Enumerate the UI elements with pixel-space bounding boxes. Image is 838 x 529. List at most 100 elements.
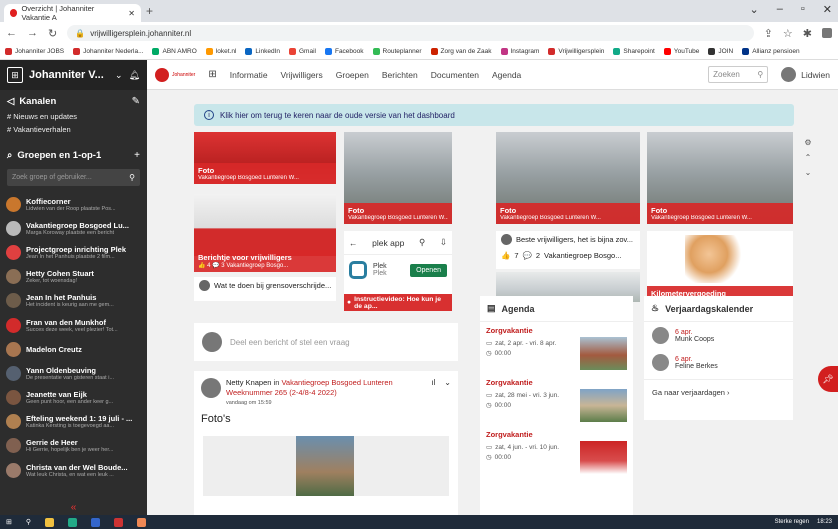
- agenda-item-title[interactable]: Zorgvakantie: [480, 374, 633, 387]
- nav-documenten[interactable]: Documenten: [431, 70, 479, 80]
- pin-button[interactable]: 📌︎: [818, 366, 838, 392]
- chevron-up-icon[interactable]: ⌃: [805, 153, 812, 162]
- forward-icon[interactable]: →: [27, 27, 38, 39]
- edit-icon[interactable]: ✎: [132, 96, 140, 107]
- sidebar-group-item[interactable]: Madelon Creutz: [0, 337, 147, 361]
- birthday-item[interactable]: 6 apr. Feline Berkes: [644, 349, 793, 376]
- search-input[interactable]: Zoeken ⚲: [708, 66, 769, 83]
- profile-icon[interactable]: [822, 28, 832, 38]
- excel-icon[interactable]: [68, 517, 78, 527]
- agenda-item[interactable]: Zorgvakantie ▭ zat, 2 apr. - vri. 8 apr. ◷ 0…: [480, 322, 633, 374]
- tile-foto-1[interactable]: Foto Vakantiegroep Bosgoed Lunteren W...: [194, 132, 336, 184]
- bookmark-item[interactable]: Johanniter JOBS: [5, 48, 64, 55]
- bookmark-item[interactable]: Gmail: [288, 48, 316, 55]
- sidebar-group-item[interactable]: Gerrie de Heer Hi Gerrie, hopelijk ben je…: [0, 434, 147, 458]
- bookmark-item[interactable]: Vrijwilligersplein: [548, 48, 604, 55]
- johanniter-logo[interactable]: Johanniter: [155, 67, 195, 82]
- browser-tab[interactable]: Overzicht | Johanniter Vakantie A ✕: [4, 4, 141, 22]
- birthdays-link[interactable]: Ga naar verjaardagen ›: [644, 379, 793, 405]
- bookmark-item[interactable]: ABN AMRO: [152, 48, 197, 55]
- bookmark-item[interactable]: Zorg van de Zaak: [430, 48, 492, 55]
- chevron-down-icon[interactable]: ⌄: [115, 70, 123, 81]
- windows-start-icon[interactable]: ⊞: [6, 518, 12, 526]
- bookmark-item[interactable]: LinkedIn: [245, 48, 280, 55]
- tile-kilometervergoeding[interactable]: Kilometervergoeding: [647, 231, 793, 301]
- search-icon[interactable]: ⚲: [26, 518, 31, 526]
- bookmark-item[interactable]: Johanniter Nederla...: [73, 48, 143, 55]
- sidebar-group-item[interactable]: Projectgroep inrichting Plek Jean In het …: [0, 240, 147, 264]
- agenda-item[interactable]: Zorgvakantie ▭ zat, 28 mei - vri. 3 jun. ◷ 0…: [480, 374, 633, 426]
- post-composer[interactable]: Deel een bericht of stel een vraag: [194, 323, 458, 361]
- old-dashboard-banner[interactable]: i Klik hier om terug te keren naar de ou…: [194, 104, 794, 126]
- nav-berichten[interactable]: Berichten: [382, 70, 418, 80]
- bookmark-item[interactable]: loket.nl: [205, 48, 236, 55]
- word-icon[interactable]: [91, 517, 101, 527]
- agenda-item[interactable]: Zorgvakantie ▭ zat, 4 jun. - vri. 10 jun. ◷…: [480, 426, 633, 478]
- sidebar-group-item[interactable]: Jean In het Panhuis Het incident is keuri…: [0, 289, 147, 313]
- tile-berichtje[interactable]: Berichtje voor vrijwilligers 👍 4 💬 3 Vak…: [194, 194, 336, 272]
- clock[interactable]: 18:23: [817, 519, 832, 525]
- star-icon[interactable]: ☆: [783, 27, 793, 40]
- bookmark-item[interactable]: Allianz pensioen: [742, 48, 800, 55]
- sidebar-group-item[interactable]: Koffiecorner Lidwien van der Roop plaatst…: [0, 192, 147, 216]
- bookmark-item[interactable]: Facebook: [324, 48, 364, 55]
- chrome-icon[interactable]: [137, 517, 147, 527]
- tile-foto-4[interactable]: Foto Vakantiegroep Bosgoed Lunteren W...: [647, 132, 793, 224]
- post-author[interactable]: Netty Knapen: [226, 378, 271, 387]
- sidebar-title[interactable]: Johanniter V...: [29, 69, 109, 81]
- close-window-icon[interactable]: ✕: [823, 3, 832, 16]
- tile-foto-3[interactable]: Foto Vakantiegroep Bosgoed Lunteren W...: [496, 132, 640, 224]
- bookmark-item[interactable]: YouTube: [663, 48, 699, 55]
- sidebar-group-item[interactable]: Jeanette van Eijk Geen punt hoor, een and…: [0, 386, 147, 410]
- search-icon[interactable]: ⚲: [757, 70, 763, 79]
- chevron-down-icon[interactable]: ⌄: [444, 378, 451, 408]
- search-icon[interactable]: ⚲: [129, 173, 135, 182]
- tile-grensoverschrijdend[interactable]: Wat te doen bij grensoverschrijde...: [194, 277, 336, 301]
- nav-agenda[interactable]: Agenda: [492, 70, 521, 80]
- sidebar-group-item[interactable]: Hetty Cohen Stuart Zeker, tot woensdag!: [0, 265, 147, 289]
- collapse-sidebar-icon[interactable]: «: [0, 502, 147, 513]
- minimize-icon[interactable]: –: [777, 3, 783, 16]
- add-group-icon[interactable]: +: [134, 150, 140, 161]
- sidebar-group-item[interactable]: Christa van der Wel Boude... Wat leuk Chr…: [0, 458, 147, 482]
- agenda-item-title[interactable]: Zorgvakantie: [480, 322, 633, 335]
- reload-icon[interactable]: ↻: [48, 27, 57, 40]
- bell-icon[interactable]: 🔔︎: [129, 70, 140, 81]
- settings-icon[interactable]: ⚙: [804, 138, 811, 147]
- bookmark-item[interactable]: JOIN: [708, 48, 733, 55]
- sidebar-group-item[interactable]: Efteling weekend 1: 19 juli - ... Katinka…: [0, 410, 147, 434]
- post-input[interactable]: Deel een bericht of stel een vraag: [194, 323, 458, 361]
- folder-icon[interactable]: [45, 517, 55, 527]
- close-icon[interactable]: ✕: [128, 9, 135, 18]
- open-button[interactable]: Openen: [410, 263, 447, 277]
- sidebar-group-item[interactable]: Fran van den Munkhof Succes deze week, ve…: [0, 313, 147, 337]
- post-photo[interactable]: [203, 436, 449, 496]
- maximize-icon[interactable]: ▫: [801, 3, 805, 16]
- app-icon[interactable]: [114, 517, 124, 527]
- bookmark-item[interactable]: Sharepoint: [613, 48, 655, 55]
- bookmark-item[interactable]: Instagram: [500, 48, 539, 55]
- url-field[interactable]: 🔒 vrijwilligersplein.johanniter.nl: [67, 25, 754, 41]
- agenda-item-title[interactable]: Zorgvakantie: [480, 426, 633, 439]
- tile-beste-vrijwilligers[interactable]: Beste vrijwilligers, het is bijna zov...…: [496, 231, 640, 269]
- stats-icon[interactable]: ıl: [431, 378, 435, 408]
- nav-groepen[interactable]: Groepen: [336, 70, 369, 80]
- back-icon[interactable]: ←: [6, 27, 17, 39]
- nav-vrijwilligers[interactable]: Vrijwilligers: [281, 70, 323, 80]
- new-tab-icon[interactable]: +: [146, 4, 153, 18]
- channel-news[interactable]: # Nieuws en updates: [0, 110, 147, 123]
- sidebar-group-item[interactable]: Yann Oldenbeuving De presentatie van gist…: [0, 361, 147, 385]
- extensions-icon[interactable]: ✱: [803, 27, 812, 40]
- user-menu[interactable]: Lidwien: [781, 67, 830, 82]
- group-search-input[interactable]: Zoek groep of gebruiker... ⚲: [7, 169, 140, 186]
- share-icon[interactable]: ⇪: [764, 27, 773, 40]
- tile-foto-2[interactable]: Foto Vakantiegroep Bosgoed Lunteren W...: [344, 132, 452, 224]
- channel-vacation-stories[interactable]: # Vakantieverhalen: [0, 123, 147, 136]
- birthday-item[interactable]: 6 apr. Munk Coops: [644, 322, 793, 349]
- nav-informatie[interactable]: Informatie: [230, 70, 268, 80]
- chevron-down-icon[interactable]: ⌄: [750, 3, 759, 16]
- apps-grid-icon[interactable]: ⊞: [208, 69, 216, 80]
- sidebar-group-item[interactable]: Vakantiegroep Bosgoed Lu... Marga Koroway…: [0, 216, 147, 240]
- tile-plek-app[interactable]: ← plek app ⚲ ⇩ Plek Plek Openen ● Instructiev…: [344, 231, 452, 311]
- bookmark-item[interactable]: Routeplanner: [372, 48, 422, 55]
